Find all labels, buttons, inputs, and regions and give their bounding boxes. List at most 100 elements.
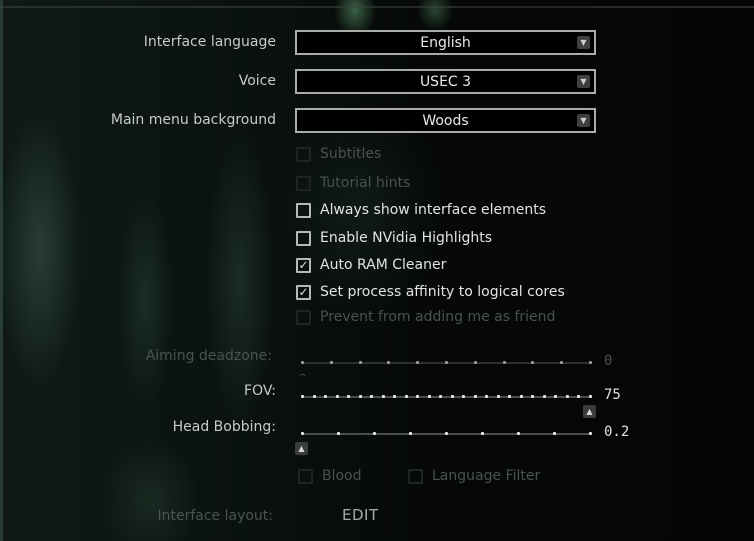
slider-tick xyxy=(347,395,351,398)
caret-up-icon: ^ xyxy=(299,373,307,383)
always-show-interface-label: Always show interface elements xyxy=(320,202,547,218)
aiming-deadzone-slider[interactable] xyxy=(301,361,592,364)
slider-tick xyxy=(531,361,535,364)
chevron-down-icon[interactable]: ▼ xyxy=(577,114,590,127)
slider-tick xyxy=(450,395,454,398)
voice-label: Voice xyxy=(238,73,276,89)
slider-tick xyxy=(427,395,431,398)
slider-tick xyxy=(393,395,397,398)
slider-tick xyxy=(531,395,535,398)
slider-tick xyxy=(589,361,592,364)
prevent-friend-label: Prevent from adding me as friend xyxy=(320,309,556,325)
slider-tick xyxy=(301,395,304,398)
slider-tick xyxy=(301,432,304,435)
nvidia-highlights-checkbox[interactable]: Enable NVidia Highlights xyxy=(296,229,492,247)
slider-tick xyxy=(462,395,466,398)
slider-tick xyxy=(445,432,448,435)
nvidia-highlights-label: Enable NVidia Highlights xyxy=(320,230,493,246)
slider-tick xyxy=(387,361,391,364)
slider-tick xyxy=(553,432,556,435)
slider-tick xyxy=(301,361,304,364)
checkbox-box[interactable] xyxy=(296,230,311,246)
checkmark-icon[interactable]: ✓ xyxy=(296,257,311,273)
slider-tick xyxy=(409,432,412,435)
left-edge xyxy=(0,0,3,541)
interface-layout-label: Interface layout: xyxy=(157,508,273,524)
main-menu-background-label: Main menu background xyxy=(110,112,276,128)
fov-value: 75 xyxy=(604,387,621,403)
process-affinity-label: Set process affinity to logical cores xyxy=(320,284,565,300)
slider-tick xyxy=(589,395,592,398)
language-filter-checkbox[interactable]: Language Filter xyxy=(408,467,540,485)
main-menu-background-dropdown[interactable]: Woods ▼ xyxy=(295,108,596,133)
chevron-down-icon[interactable]: ▼ xyxy=(577,75,590,88)
slider-tick xyxy=(373,432,376,435)
voice-value: USEC 3 xyxy=(419,73,472,90)
slider-tick xyxy=(337,432,340,435)
auto-ram-cleaner-checkbox[interactable]: ✓ Auto RAM Cleaner xyxy=(296,256,446,274)
subtitles-checkbox[interactable]: Subtitles xyxy=(296,145,381,163)
interface-language-value: English xyxy=(420,34,471,51)
fov-slider-handle[interactable]: ▲ xyxy=(583,405,596,418)
blood-label: Blood xyxy=(322,468,362,484)
process-affinity-checkbox[interactable]: ✓ Set process affinity to logical cores xyxy=(296,283,565,301)
checkbox-box[interactable] xyxy=(296,146,311,162)
slider-tick xyxy=(554,395,558,398)
prevent-friend-checkbox[interactable]: Prevent from adding me as friend xyxy=(296,308,555,326)
slider-tick xyxy=(481,432,484,435)
tutorial-hints-label: Tutorial hints xyxy=(320,175,411,191)
slider-tick xyxy=(560,361,564,364)
slider-tick xyxy=(485,395,489,398)
slider-tick xyxy=(473,361,477,364)
slider-tick xyxy=(381,395,385,398)
slider-tick xyxy=(312,395,316,398)
slider-tick xyxy=(502,361,506,364)
main-menu-background-value: Woods xyxy=(422,112,469,129)
slider-tick xyxy=(496,395,500,398)
tutorial-hints-checkbox[interactable]: Tutorial hints xyxy=(296,174,410,192)
fov-slider[interactable] xyxy=(301,395,592,398)
interface-language-label: Interface language xyxy=(143,34,276,50)
slider-tick xyxy=(404,395,408,398)
slider-tick xyxy=(439,395,443,398)
voice-dropdown[interactable]: USEC 3 ▼ xyxy=(295,69,596,94)
checkbox-box[interactable] xyxy=(296,309,311,325)
interface-language-dropdown[interactable]: English ▼ xyxy=(295,30,596,55)
aiming-deadzone-value: 0 xyxy=(604,353,613,369)
slider-tick xyxy=(358,361,362,364)
checkbox-box[interactable] xyxy=(296,202,311,218)
slider-tick xyxy=(519,395,523,398)
checkbox-box[interactable] xyxy=(408,468,423,484)
always-show-interface-checkbox[interactable]: Always show interface elements xyxy=(296,201,546,219)
chevron-down-icon[interactable]: ▼ xyxy=(577,36,590,49)
slider-tick xyxy=(565,395,569,398)
slider-tick xyxy=(324,395,328,398)
slider-tick xyxy=(445,361,448,364)
checkmark-icon[interactable]: ✓ xyxy=(296,284,311,300)
auto-ram-cleaner-label: Auto RAM Cleaner xyxy=(320,257,447,273)
slider-tick xyxy=(329,361,333,364)
slider-tick xyxy=(542,395,546,398)
subtitles-label: Subtitles xyxy=(320,146,382,162)
checkbox-box[interactable] xyxy=(296,175,311,191)
head-bobbing-slider-handle[interactable]: ▲ xyxy=(295,442,308,455)
fov-label: FOV: xyxy=(244,383,276,399)
slider-tick xyxy=(370,395,374,398)
checkbox-box[interactable] xyxy=(298,468,313,484)
head-bobbing-label: Head Bobbing: xyxy=(172,419,276,435)
head-bobbing-value: 0.2 xyxy=(604,424,630,440)
slider-tick xyxy=(416,361,420,364)
slider-tick xyxy=(473,395,477,398)
slider-tick xyxy=(416,395,420,398)
slider-tick xyxy=(508,395,512,398)
slider-tick xyxy=(517,432,520,435)
blood-checkbox[interactable]: Blood xyxy=(298,467,362,485)
top-divider xyxy=(0,6,754,8)
edit-layout-button[interactable]: EDIT xyxy=(342,506,379,524)
language-filter-label: Language Filter xyxy=(432,468,541,484)
slider-tick xyxy=(577,395,581,398)
aiming-deadzone-label: Aiming deadzone: xyxy=(145,348,272,364)
slider-tick xyxy=(589,432,592,435)
slider-tick xyxy=(358,395,362,398)
head-bobbing-slider[interactable] xyxy=(301,432,592,435)
